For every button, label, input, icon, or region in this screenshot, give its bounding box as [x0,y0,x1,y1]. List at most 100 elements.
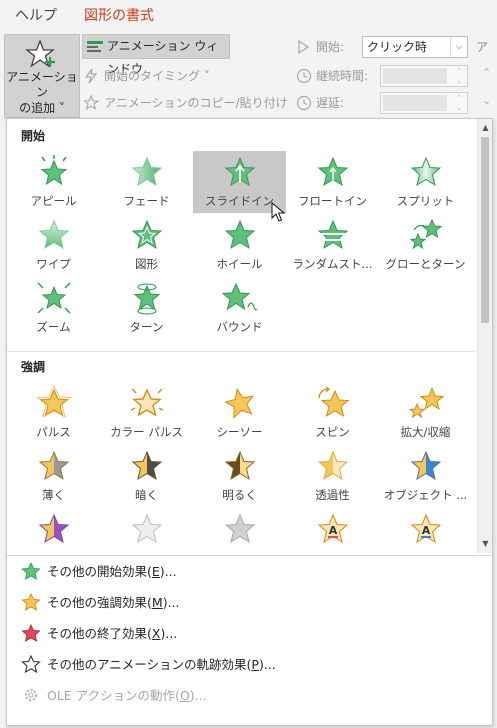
scroll-up-icon[interactable]: ▲ [480,123,491,133]
effect-label: 薄く [42,488,65,502]
effect-fill-color[interactable] [193,508,286,553]
grow-turn-star-icon [409,218,442,250]
motion-path-star-icon [21,655,41,673]
effect-darken[interactable]: 暗く [100,445,193,507]
effect-brush-color[interactable]: A [286,508,379,553]
access-key: E [151,564,160,579]
mouse-cursor-icon [271,202,285,222]
effect-wheel[interactable]: ホイール [193,214,286,276]
duration-spinner[interactable]: ⌃ ⌄ [380,65,468,87]
effect-split[interactable]: スプリット [379,151,472,213]
delay-value-area [383,95,447,111]
duration-label: 継続時間: [316,69,369,83]
fly-in-star-icon [224,156,255,187]
effect-label: フェード [123,194,170,208]
scroll-down-icon[interactable]: ▼ [480,539,491,549]
more-emphasis-suffix: )... [162,595,180,610]
trigger-button[interactable]: 開始のタイミング ˅ [84,65,210,87]
animation-painter-button[interactable]: アニメーションのコピー/貼り付け [84,92,288,114]
delay-clock-icon [296,95,312,111]
more-emphasis-effects[interactable]: その他の強調効果(M)... [7,587,492,618]
effect-line-color[interactable] [100,508,193,553]
start-dropdown[interactable]: クリック時 ⌵ [362,36,468,58]
effect-pulse[interactable]: パルス [7,382,100,444]
lightning-icon [84,68,98,84]
more-motion-prefix: その他のアニメーションの軌跡効果( [47,657,252,672]
effect-grow-turn[interactable]: グローとターン [379,214,472,276]
object-color-star-icon [410,450,441,481]
fill-color-star-icon [224,513,255,544]
desaturate-star-icon [38,450,69,481]
effect-label: オブジェクト ... [383,488,468,502]
more-entrance-effects[interactable]: その他の開始効果(E)... [7,556,492,587]
trigger-label: 開始のタイミング ˅ [104,69,210,83]
effect-label: パルス [36,425,71,439]
effect-label: ホイール [216,257,263,271]
spinner-arrows-icon[interactable]: ⌃ ⌄ [453,66,465,86]
effects-scroll-region: 開始 アピール フェード スライドイン フロートイン スプリット ワイプ 図形 … [7,119,475,553]
animation-pane-icon [87,41,103,52]
float-in-star-icon [317,156,348,187]
duration-value-area [383,68,447,84]
delay-spinner-arrows-icon[interactable]: ⌃ ⌄ [453,93,465,113]
wipe-star-icon [38,219,69,250]
effect-float-in[interactable]: フロートイン [286,151,379,213]
add-animation-star-icon [25,39,55,68]
cut-off-up-icon: ⌃ [482,66,492,79]
start-dropdown-value: クリック時 [367,40,428,54]
pulse-star-icon [35,386,72,418]
effect-appear[interactable]: アピール [7,151,100,213]
effect-label: 透過性 [315,488,350,502]
delay-spinner[interactable]: ⌃ ⌄ [380,92,468,114]
effect-label: ランダムスト... [292,257,373,271]
tab-help[interactable]: ヘルプ [15,5,57,25]
more-motion-suffix: )... [258,657,276,672]
effect-spin[interactable]: スピン [286,382,379,444]
access-key: P [251,657,259,672]
animation-pane-button[interactable]: アニメーション ウィンドウ [82,34,230,76]
animation-painter-label: アニメーションのコピー/貼り付け [104,96,288,110]
effect-label: シーソー [216,425,263,439]
fade-star-icon [131,156,162,187]
effect-complementary-color[interactable] [7,508,100,553]
effect-desaturate[interactable]: 薄く [7,445,100,507]
animations-ribbon: アニメーション の追加 ˅ アニメーション ウィンドウ 開始のタイミング ˅ ア… [0,30,497,120]
effect-label: ワイプ [36,257,71,271]
duration-label-row: 継続時間: [296,65,368,87]
effect-zoom[interactable]: ズーム [7,277,100,339]
scrollbar-thumb[interactable] [481,137,489,323]
effect-object-color[interactable]: オブジェクト ... [379,445,472,507]
effect-wipe[interactable]: ワイプ [7,214,100,276]
add-animation-button[interactable]: アニメーション の追加 ˅ [4,34,80,118]
more-exit-effects[interactable]: その他の終了効果(X)... [7,618,492,649]
entrance-section-header: 開始 [7,121,475,151]
effect-swivel[interactable]: ターン [100,277,193,339]
gallery-scrollbar[interactable]: ▲ ▼ [477,119,492,553]
start-label: 開始: [316,40,345,54]
ole-suffix: )... [189,688,207,703]
shape-star-icon [131,219,162,250]
more-emphasis-prefix: その他の強調効果( [47,595,152,610]
effect-random-bars[interactable]: ランダムスト... [286,214,379,276]
effect-font-color[interactable]: A [379,508,472,553]
effect-label: 暗く [135,488,158,502]
ole-action-verbs: OLE アクションの動作(O)... [7,680,492,711]
tab-shape-format[interactable]: 図形の書式 [84,5,154,25]
effect-shape[interactable]: 図形 [100,214,193,276]
effect-grow-shrink[interactable]: 拡大/収縮 [379,382,472,444]
effect-color-pulse[interactable]: カラー パルス [100,382,193,444]
more-motion-paths[interactable]: その他のアニメーションの軌跡効果(P)... [7,649,492,680]
swivel-star-icon [133,283,160,315]
delay-label: 遅延: [316,96,345,110]
complementary-star-icon [38,513,69,544]
effect-label: アピール [30,194,77,208]
effect-fade[interactable]: フェード [100,151,193,213]
more-exit-prefix: その他の終了効果( [47,626,152,641]
chevron-down-icon[interactable]: ⌵ [450,37,467,57]
effect-transparency[interactable]: 透過性 [286,445,379,507]
effect-teeter[interactable]: シーソー [193,382,286,444]
effect-lighten[interactable]: 明るく [193,445,286,507]
effect-label: ズーム [36,320,71,334]
more-effects-menu: その他の開始効果(E)... その他の強調効果(M)... その他の終了効果(X… [7,555,492,711]
effect-bounce[interactable]: バウンド [193,277,286,339]
